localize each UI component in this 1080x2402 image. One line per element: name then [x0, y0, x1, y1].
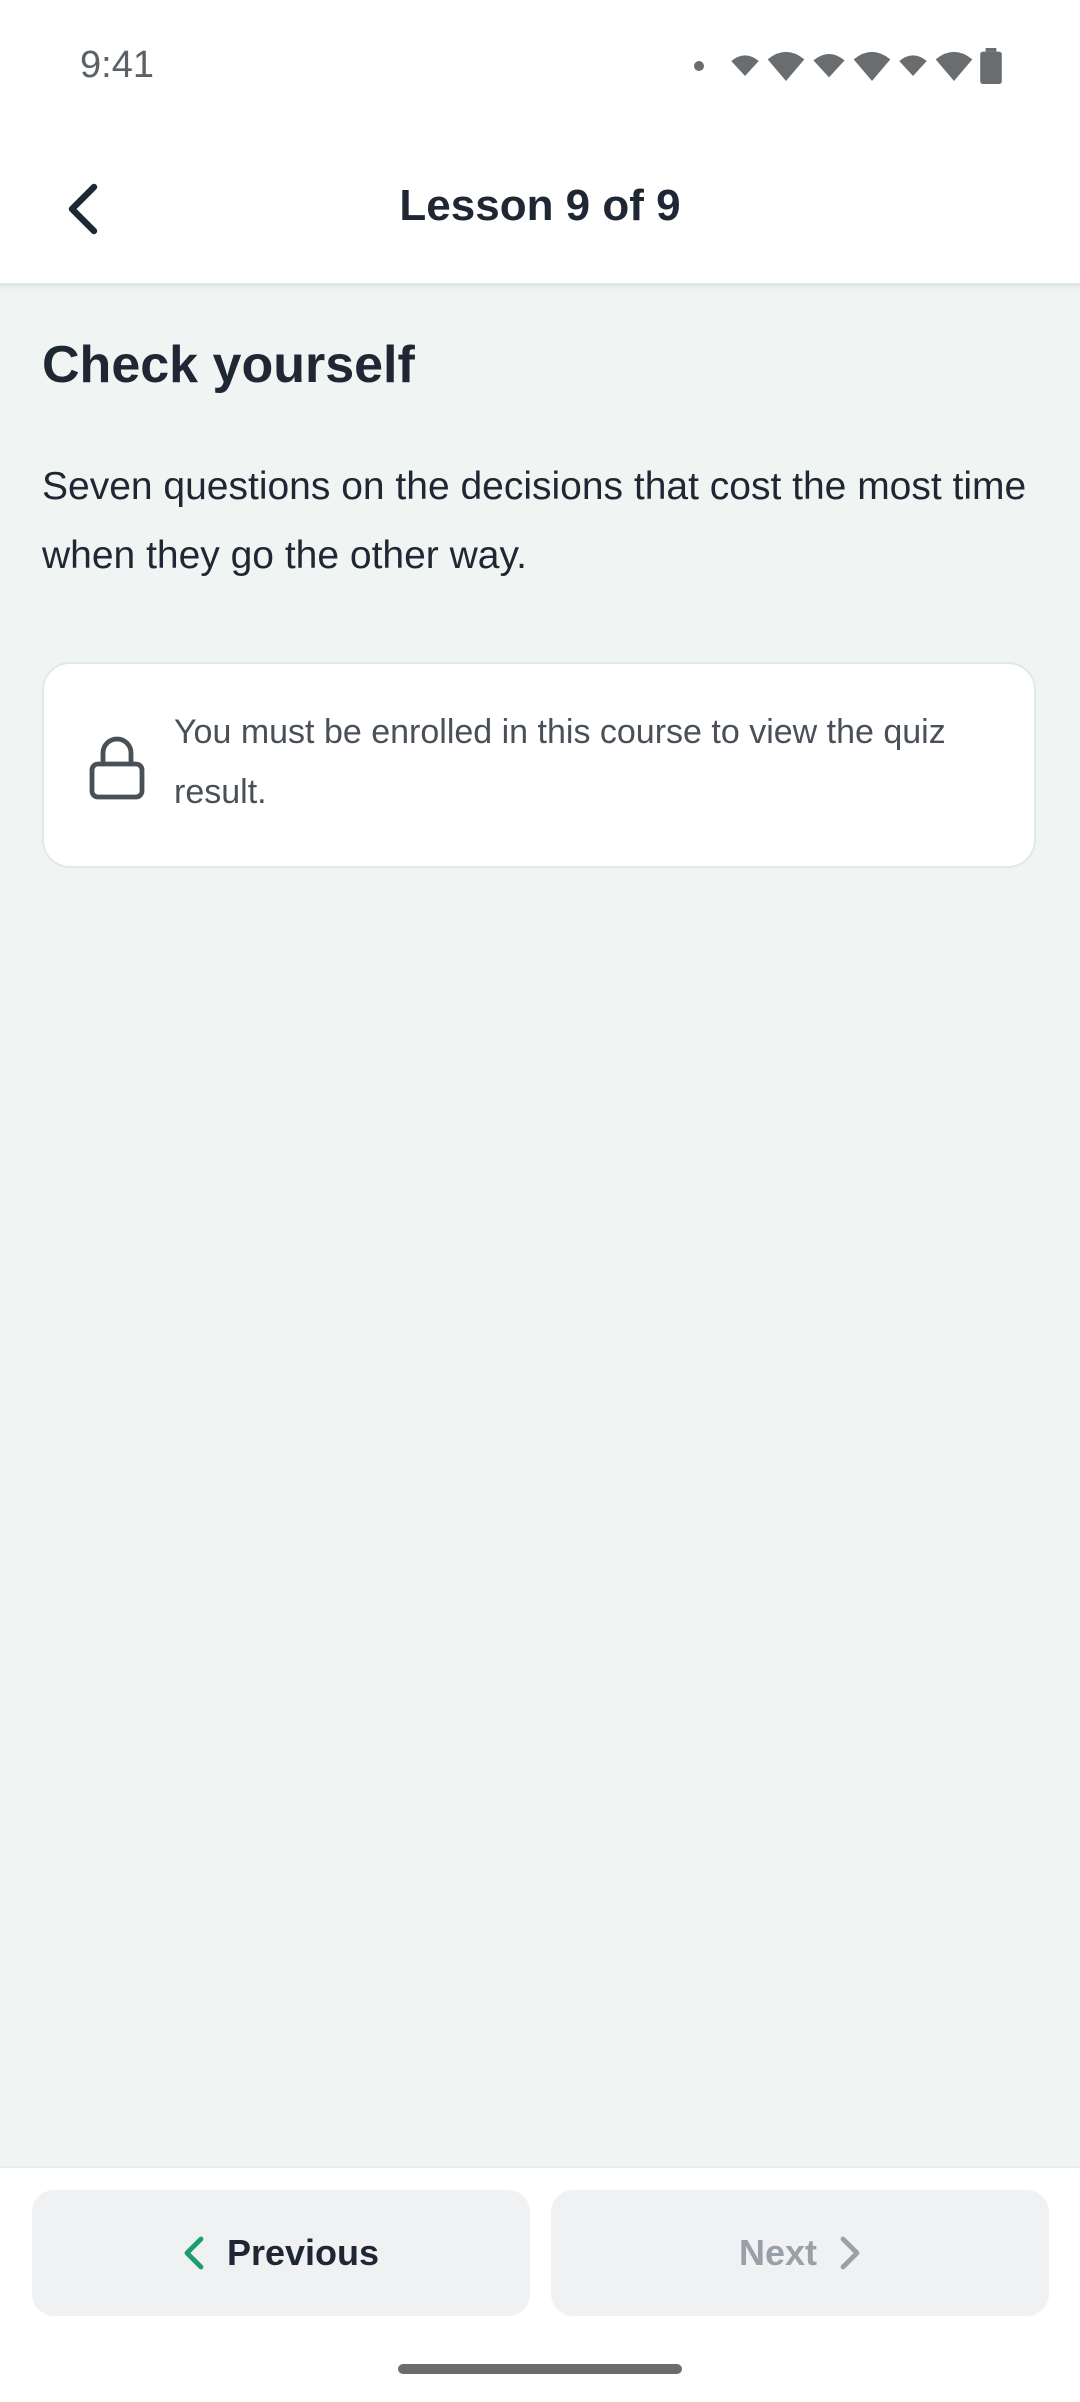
status-time: 9:41 [80, 44, 154, 86]
app-bar: Lesson 9 of 9 [0, 135, 1080, 286]
next-button-label: Next [738, 2232, 818, 2273]
wifi-icon [767, 51, 805, 81]
notification-dot-icon [694, 61, 704, 71]
enrollment-notice-text: You must be enrolled in this course to v… [174, 713, 946, 811]
next-button[interactable]: Next [551, 2190, 1049, 2316]
lesson-content: Check yourself Seven questions on the de… [42, 330, 1038, 590]
page-title: Check yourself [42, 336, 415, 394]
previous-button[interactable]: Previous [32, 2190, 530, 2316]
home-indicator[interactable] [398, 2364, 682, 2374]
previous-button-label: Previous [226, 2232, 380, 2273]
wifi-icon [731, 55, 759, 76]
wifi-icon [853, 51, 891, 81]
wifi-icon [813, 53, 845, 78]
status-icons [694, 46, 1002, 86]
wifi-icon [935, 51, 973, 81]
status-bar: 9:41 [0, 0, 1080, 135]
lock-icon [89, 736, 145, 800]
lesson-description: Seven questions on the decisions that co… [42, 465, 1027, 577]
enrollment-notice-card: You must be enrolled in this course to v… [42, 662, 1036, 868]
header-title: Lesson 9 of 9 [399, 181, 681, 230]
lesson-navigation-bar: Previous Next [0, 2166, 1080, 2402]
chevron-right-icon [840, 2236, 860, 2270]
wifi-icon [899, 55, 927, 76]
battery-icon [980, 48, 1002, 84]
chevron-left-icon [184, 2236, 204, 2270]
